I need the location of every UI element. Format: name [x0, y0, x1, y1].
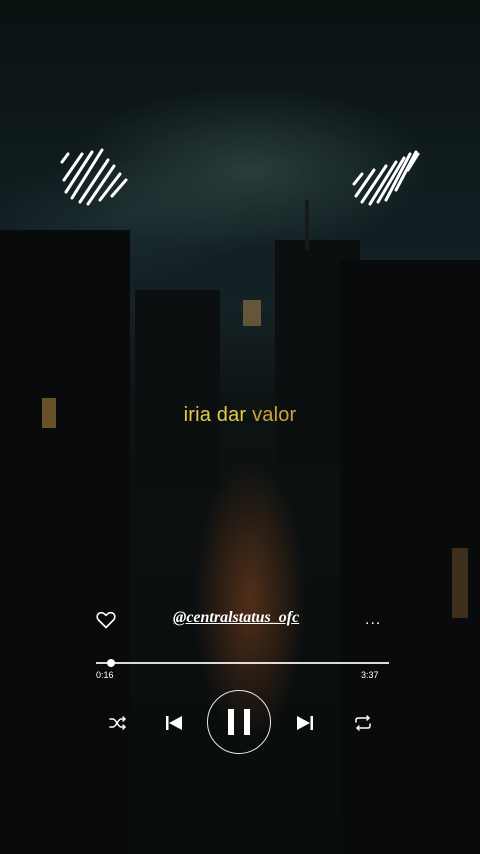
lyric-part-2: valor [252, 404, 297, 426]
shuffle-icon[interactable] [109, 715, 127, 731]
play-pause-button[interactable] [207, 690, 271, 754]
sound-wave-icon [60, 148, 128, 206]
progress-knob[interactable] [106, 659, 115, 667]
sound-wave-icon [352, 150, 420, 206]
pause-icon [227, 708, 250, 735]
skip-previous-icon[interactable] [165, 714, 183, 732]
time-current: 0:16 [96, 670, 114, 680]
channel-handle-link[interactable]: @centralstatus_ofc [173, 609, 313, 627]
lyric-text: iria dar valor [0, 404, 480, 427]
lyric-part-1: iria dar [183, 404, 247, 426]
heart-icon[interactable] [96, 611, 116, 629]
skip-next-icon[interactable] [296, 714, 314, 732]
time-total: 3:37 [361, 670, 379, 680]
repeat-icon[interactable] [353, 714, 373, 732]
more-options-button[interactable]: ... [365, 611, 381, 629]
progress-bar[interactable] [96, 662, 389, 664]
